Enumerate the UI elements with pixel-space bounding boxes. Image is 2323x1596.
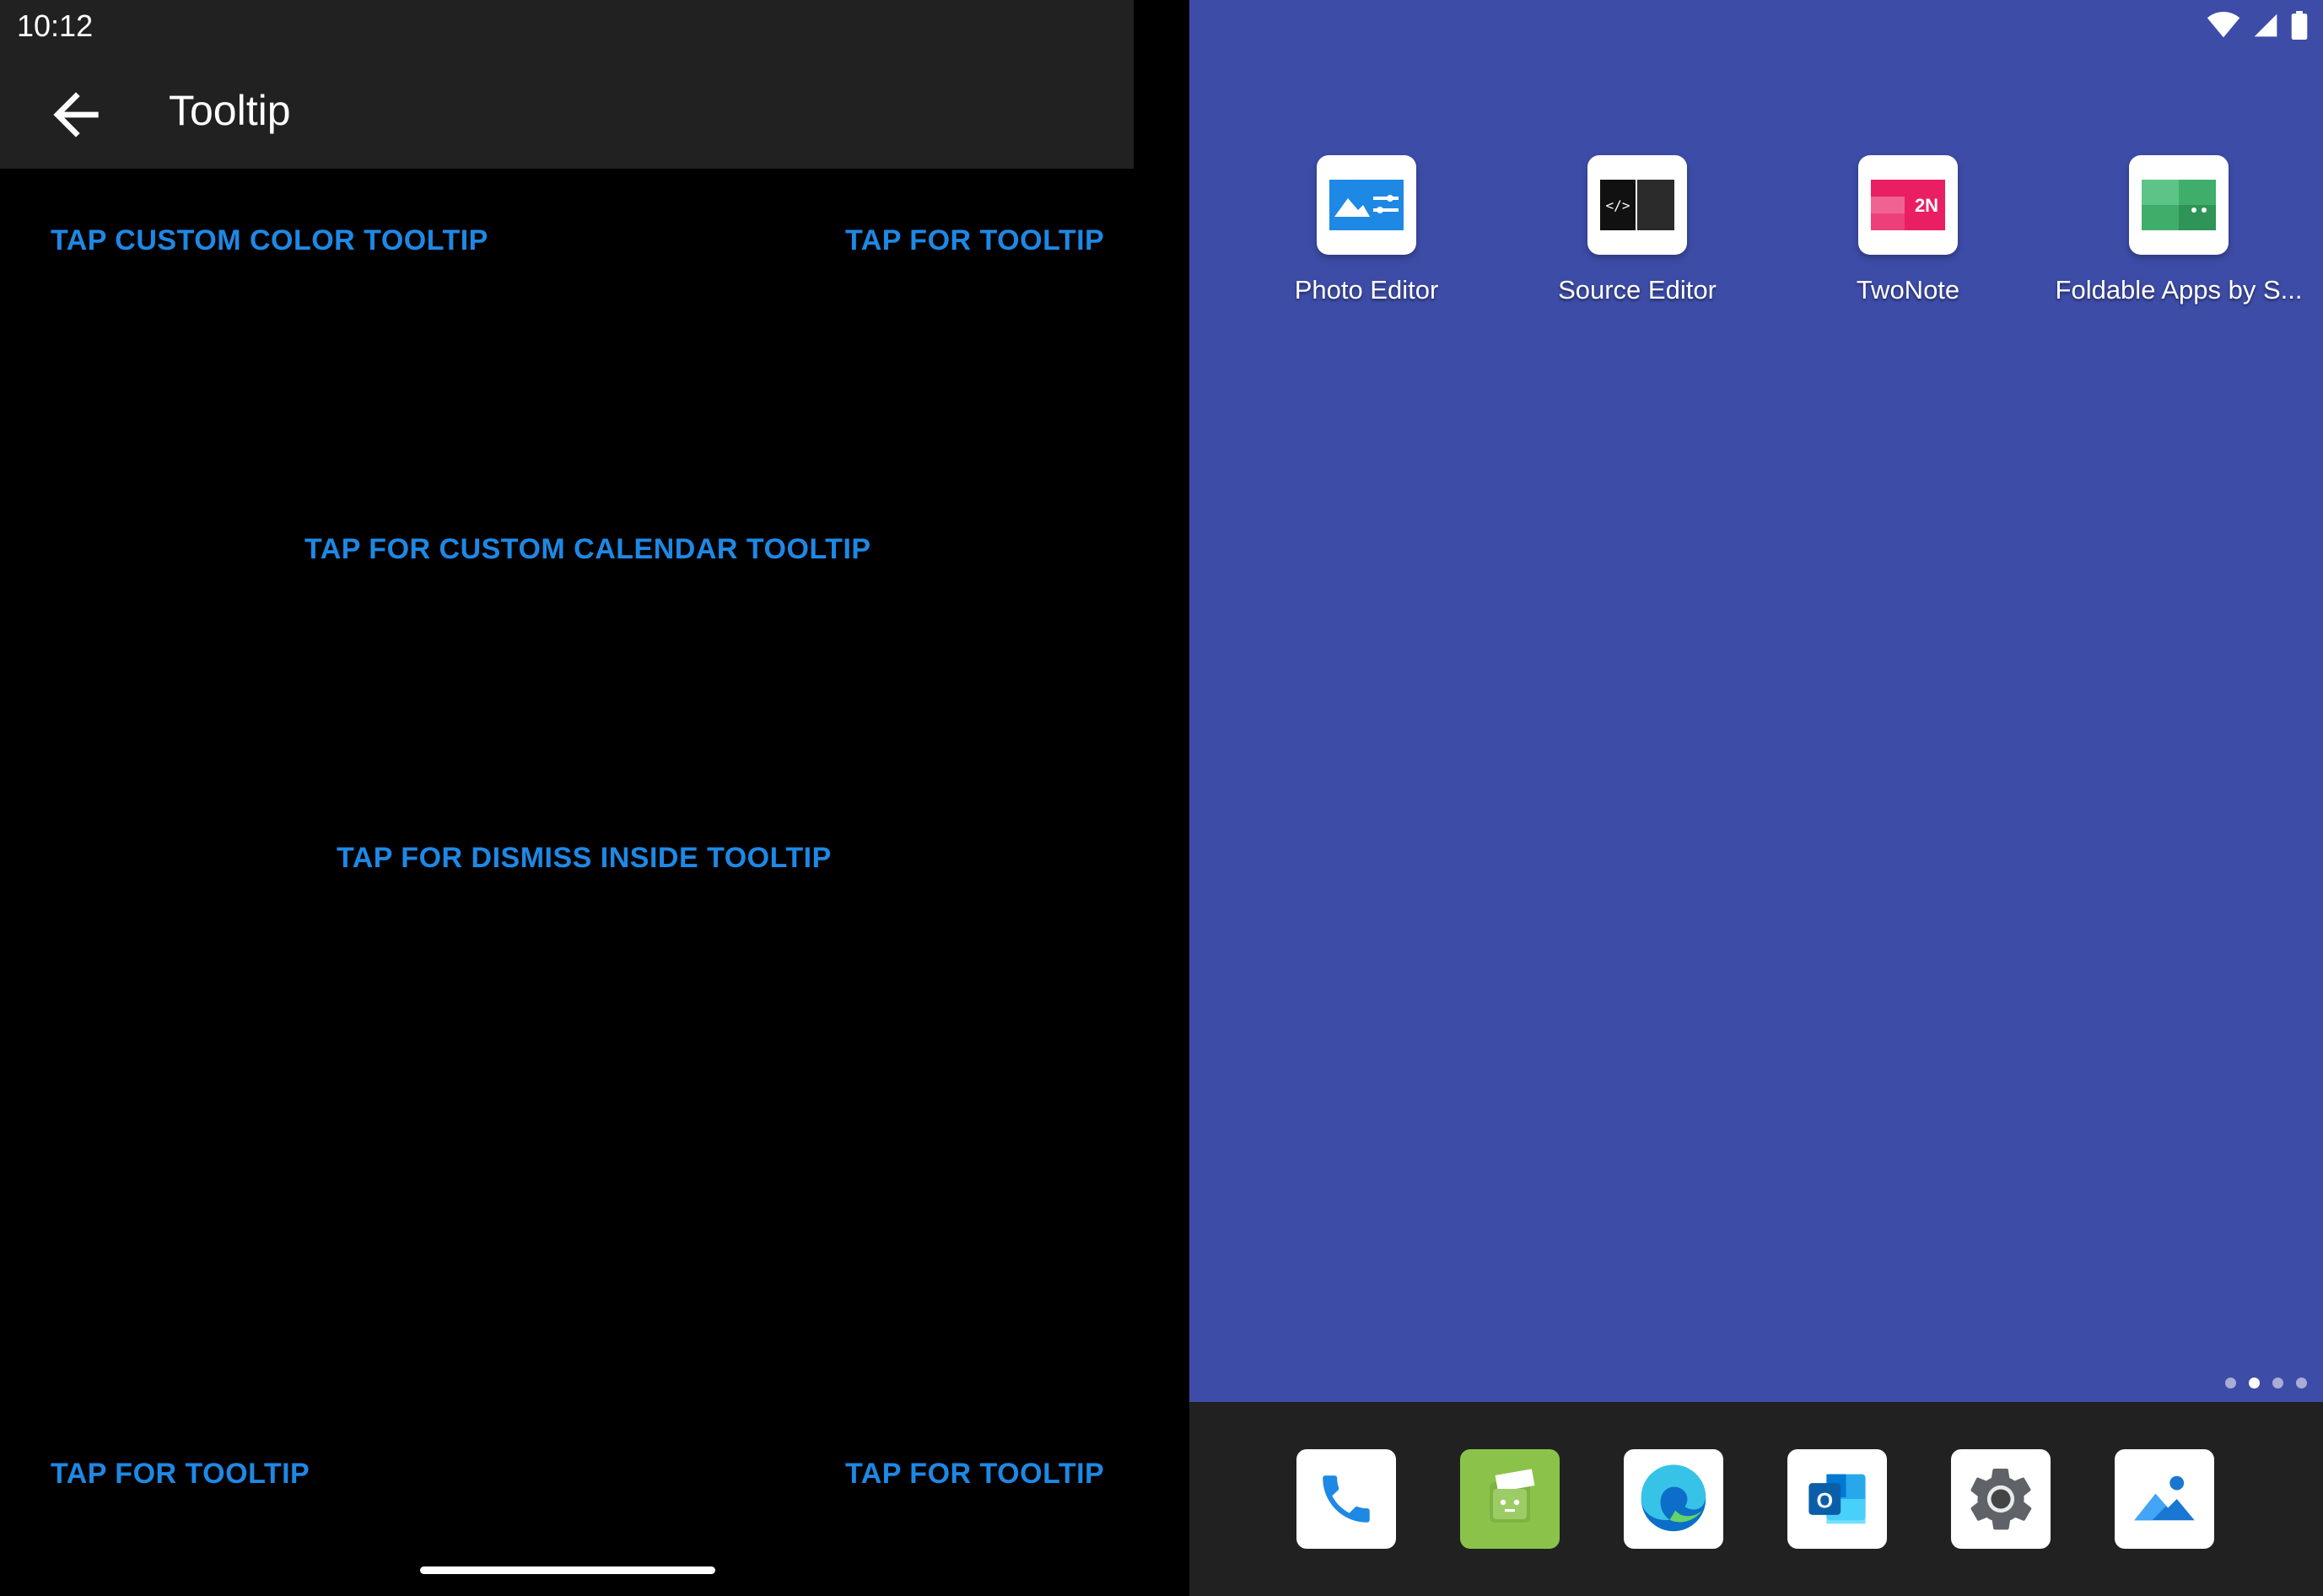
cell-signal-icon bbox=[2254, 13, 2277, 37]
app-label: TwoNote bbox=[1856, 275, 1960, 305]
page-dot[interactable] bbox=[2296, 1378, 2307, 1388]
photos-icon[interactable] bbox=[2115, 1449, 2214, 1549]
launcher-pane: Photo Editor </> Source Editor 2N TwoNot… bbox=[1189, 0, 2323, 1596]
app-label: Foldable Apps by S... bbox=[2055, 275, 2303, 305]
app-photo-editor[interactable]: Photo Editor bbox=[1232, 155, 1501, 305]
phone-icon[interactable] bbox=[1296, 1449, 1396, 1549]
custom-calendar-tooltip-button[interactable]: TAP FOR CUSTOM CALENDAR TOOLTIP bbox=[305, 533, 871, 566]
page-dot[interactable] bbox=[2225, 1378, 2236, 1388]
status-bar: 10:12 bbox=[0, 0, 1134, 54]
settings-icon[interactable] bbox=[1951, 1449, 2051, 1549]
dock: O bbox=[1189, 1402, 2323, 1596]
tooltip-button-top-right[interactable]: TAP FOR TOOLTIP bbox=[845, 224, 1104, 257]
svg-text:</>: </> bbox=[1606, 197, 1630, 213]
app-label: Photo Editor bbox=[1294, 275, 1439, 305]
photo-editor-icon bbox=[1317, 155, 1416, 255]
app-bar: Tooltip bbox=[0, 54, 1134, 169]
twonote-badge: 2N bbox=[1915, 195, 1938, 216]
app-twonote[interactable]: 2N TwoNote bbox=[1773, 155, 2043, 305]
tooltip-app-pane: 10:12 Tooltip TAP CUSTOM COLOR TOOLTIP T… bbox=[0, 0, 1134, 1596]
page-title: Tooltip bbox=[169, 87, 291, 134]
tooltip-button-bottom-left[interactable]: TAP FOR TOOLTIP bbox=[51, 1458, 310, 1491]
custom-color-tooltip-button[interactable]: TAP CUSTOM COLOR TOOLTIP bbox=[51, 224, 488, 257]
outlook-icon[interactable]: O bbox=[1787, 1449, 1887, 1549]
page-dot[interactable] bbox=[2272, 1378, 2283, 1388]
app-foldable-apps[interactable]: Foldable Apps by S... bbox=[2044, 155, 2314, 305]
page-indicator bbox=[2225, 1378, 2307, 1388]
app-label: Source Editor bbox=[1558, 275, 1717, 305]
status-icons bbox=[2207, 10, 2308, 40]
back-arrow-icon[interactable] bbox=[42, 81, 110, 148]
foldable-apps-icon bbox=[2129, 155, 2229, 255]
wifi-icon bbox=[2207, 12, 2240, 38]
dismiss-inside-tooltip-button[interactable]: TAP FOR DISMISS INSIDE TOOLTIP bbox=[337, 842, 832, 875]
battery-icon bbox=[2291, 11, 2308, 40]
twonote-icon: 2N bbox=[1858, 155, 1958, 255]
svg-text:O: O bbox=[1817, 1490, 1834, 1513]
edge-browser-icon[interactable] bbox=[1624, 1449, 1723, 1549]
tooltip-button-bottom-right[interactable]: TAP FOR TOOLTIP bbox=[845, 1458, 1104, 1491]
messages-icon[interactable] bbox=[1460, 1449, 1560, 1549]
status-clock: 10:12 bbox=[17, 8, 94, 43]
source-editor-icon: </> bbox=[1587, 155, 1687, 255]
screen-hinge bbox=[1134, 0, 1189, 1596]
page-dot-active[interactable] bbox=[2249, 1378, 2260, 1388]
app-source-editor[interactable]: </> Source Editor bbox=[1502, 155, 1772, 305]
home-indicator[interactable] bbox=[420, 1566, 715, 1574]
